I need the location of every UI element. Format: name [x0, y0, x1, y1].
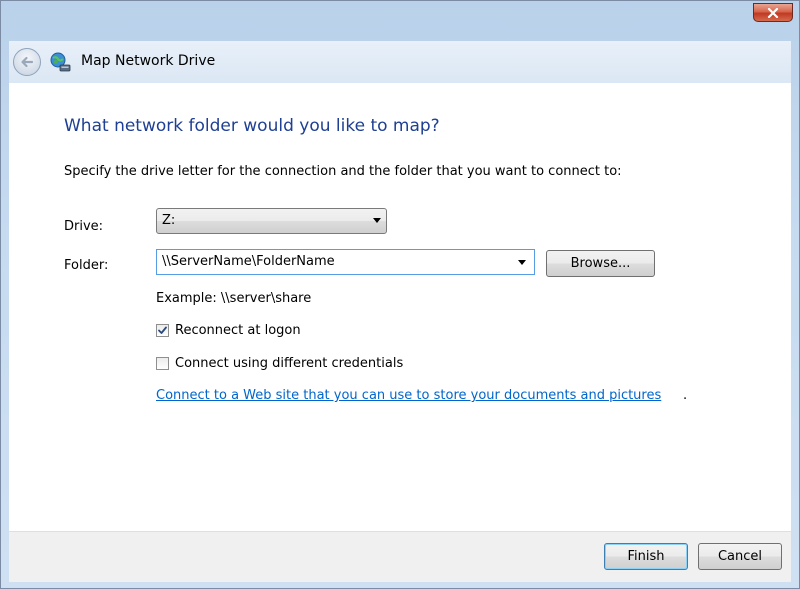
credentials-label: Connect using different credentials [175, 356, 404, 371]
credentials-option[interactable]: Connect using different credentials [156, 356, 403, 371]
window-title: Map Network Drive [81, 53, 216, 69]
drive-select[interactable]: Z: [156, 208, 387, 234]
reconnect-checkbox[interactable] [156, 324, 169, 337]
web-site-link[interactable]: Connect to a Web site that you can use t… [156, 388, 661, 403]
example-text: Example: \\server\share [156, 291, 312, 306]
instructions-text: Specify the drive letter for the connect… [64, 164, 622, 179]
map-network-drive-window: Map Network Drive What network folder wo… [0, 0, 800, 589]
folder-input[interactable]: \\ServerName\FolderName [156, 249, 535, 275]
folder-input-value: \\ServerName\FolderName [162, 254, 335, 269]
credentials-checkbox[interactable] [156, 357, 169, 370]
back-arrow-icon [21, 56, 34, 68]
reconnect-label: Reconnect at logon [175, 323, 301, 338]
finish-button[interactable]: Finish [604, 543, 688, 570]
chevron-down-icon[interactable] [518, 260, 526, 265]
button-bar: Finish Cancel [9, 531, 791, 582]
back-button[interactable] [13, 48, 41, 76]
reconnect-option[interactable]: Reconnect at logon [156, 323, 301, 338]
checkmark-icon [158, 326, 167, 334]
folder-label: Folder: [64, 258, 109, 273]
close-button[interactable] [753, 3, 793, 22]
nav-bar: Map Network Drive [9, 41, 791, 83]
network-drive-icon [50, 52, 71, 72]
cancel-button[interactable]: Cancel [698, 543, 782, 570]
wizard-content: What network folder would you like to ma… [9, 83, 791, 531]
drive-label: Drive: [64, 219, 104, 234]
title-bar[interactable] [1, 1, 799, 33]
drive-select-value: Z: [162, 213, 176, 228]
link-trailing-period: . [683, 388, 688, 403]
chevron-down-icon [373, 218, 381, 223]
browse-button[interactable]: Browse... [546, 250, 655, 277]
close-icon [767, 7, 779, 18]
page-heading: What network folder would you like to ma… [64, 116, 440, 136]
